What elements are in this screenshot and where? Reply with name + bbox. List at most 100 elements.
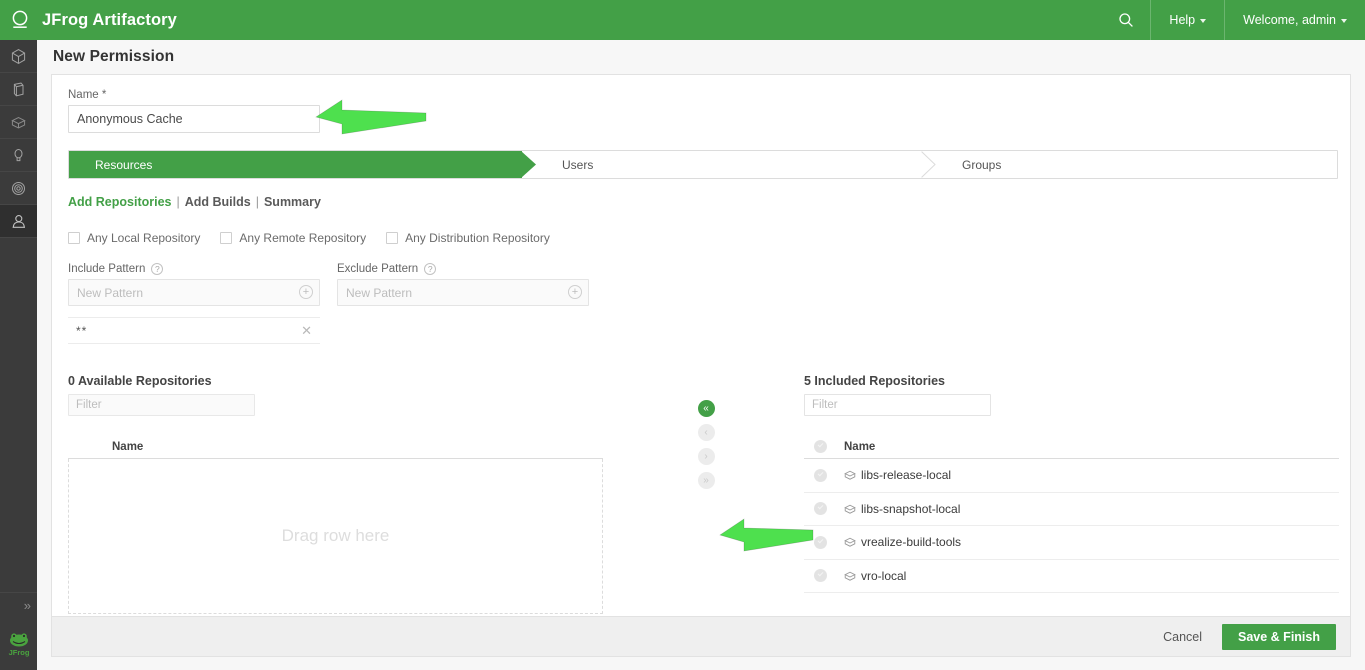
checkbox-label: Any Distribution Repository <box>405 231 550 245</box>
pattern-fields: Include Pattern ? + ** ✕ <box>68 263 1334 344</box>
include-pattern-label: Include Pattern <box>68 263 146 275</box>
repository-name: vro-local <box>861 568 907 583</box>
repository-name: libs-snapshot-local <box>861 501 961 516</box>
sublink-separator: | <box>255 195 259 209</box>
included-repositories-table-header: Name <box>804 435 1339 459</box>
wizard-step-resources[interactable]: Resources <box>69 151 536 178</box>
repository-cube-icon <box>844 536 856 548</box>
row-checkbox[interactable] <box>814 502 827 516</box>
artifactory-app-window: JFrog Artifactory Help Welcome, admin » … <box>0 0 1365 670</box>
search-icon[interactable] <box>1102 0 1150 40</box>
row-checkbox[interactable] <box>814 569 827 583</box>
table-row[interactable]: vrealize-build-tools <box>804 526 1339 560</box>
chip-label: ** <box>76 323 88 338</box>
wizard-steps: Resources Users Groups <box>68 150 1338 179</box>
include-pattern-chip: ** ✕ <box>68 317 320 344</box>
exclude-pattern-group: Exclude Pattern ? + <box>337 263 589 344</box>
sidebar-item-packages[interactable] <box>0 73 37 106</box>
checkbox-any-remote-repository[interactable]: Any Remote Repository <box>220 231 366 245</box>
sidebar-item-builds[interactable] <box>0 106 37 139</box>
page-container: New Permission Name * Resources <box>37 40 1365 670</box>
question-mark-icon[interactable]: ? <box>151 263 164 275</box>
user-menu-label: Welcome, admin <box>1243 13 1336 27</box>
row-checkbox[interactable] <box>814 468 827 482</box>
column-header-name: Name <box>844 440 876 453</box>
checkbox-any-local-repository[interactable]: Any Local Repository <box>68 231 200 245</box>
table-row[interactable]: libs-snapshot-local <box>804 493 1339 526</box>
checkbox-label: Any Local Repository <box>87 231 201 245</box>
sidebar-item-admin[interactable] <box>0 205 37 238</box>
name-field-label: Name * <box>68 89 107 101</box>
top-navigation-bar: JFrog Artifactory Help Welcome, admin <box>0 0 1365 40</box>
help-menu-label: Help <box>1169 13 1196 27</box>
svg-text:JFrog: JFrog <box>8 648 29 657</box>
top-bar-right-group: Help Welcome, admin <box>1102 0 1365 40</box>
table-row[interactable]: vro-local <box>804 560 1339 593</box>
row-checkbox[interactable] <box>814 535 827 549</box>
chevron-down-icon <box>1341 19 1347 23</box>
included-repositories-filter-input[interactable] <box>804 394 991 416</box>
artifacts-cube-icon <box>10 48 27 65</box>
name-input[interactable] <box>68 105 320 133</box>
wizard-step-label: Users <box>562 157 594 172</box>
repository-cube-icon <box>844 570 856 582</box>
include-pattern-input[interactable] <box>68 279 320 306</box>
admin-user-icon <box>10 213 27 230</box>
column-header-name: Name <box>112 440 144 453</box>
repository-scope-checkboxes: Any Local Repository Any Remote Reposito… <box>68 231 1334 245</box>
jfrog-circle-logo-icon[interactable] <box>0 0 40 40</box>
wizard-step-label: Groups <box>962 157 1002 172</box>
move-left-button[interactable]: ‹ <box>697 424 715 441</box>
sublink-separator: | <box>176 195 180 209</box>
package-icon <box>10 81 27 98</box>
repository-transfer-area: 0 Available Repositories Name Drag row h… <box>68 374 1339 614</box>
question-mark-icon[interactable]: ? <box>424 263 437 275</box>
dropzone-empty-text: Drag row here <box>281 526 390 545</box>
builds-box-icon <box>10 114 27 131</box>
exclude-pattern-input-wrap: + <box>337 279 589 306</box>
user-menu[interactable]: Welcome, admin <box>1224 0 1365 40</box>
plus-circle-icon[interactable]: + <box>568 285 582 299</box>
checkbox-any-distribution-repository[interactable]: Any Distribution Repository <box>386 231 550 245</box>
include-pattern-input-wrap: + <box>68 279 320 306</box>
sublink-add-builds[interactable]: Add Builds <box>185 195 251 209</box>
brand-title: JFrog Artifactory <box>42 10 177 29</box>
included-repositories-title: 5 Included Repositories <box>804 374 946 388</box>
repository-cube-icon <box>844 503 856 515</box>
plus-circle-icon[interactable]: + <box>299 285 313 299</box>
chevron-down-icon <box>1200 19 1207 23</box>
move-all-right-button[interactable]: » <box>697 472 715 489</box>
available-repositories-title: 0 Available Repositories <box>68 374 212 388</box>
select-all-checkbox[interactable] <box>814 440 827 453</box>
cancel-button[interactable]: Cancel <box>1143 630 1222 644</box>
left-navigation-rail: » JFrog <box>0 40 37 670</box>
sidebar-item-xray[interactable] <box>0 172 37 205</box>
wizard-step-label: Resources <box>95 157 153 172</box>
include-pattern-label-row: Include Pattern ? <box>68 263 320 275</box>
available-repositories-filter-input[interactable] <box>68 394 255 416</box>
sidebar-item-artifacts[interactable] <box>0 40 37 73</box>
available-repositories-table-header: Name <box>68 435 603 459</box>
available-repositories-pane: 0 Available Repositories Name Drag row h… <box>68 374 603 614</box>
wizard-step-groups[interactable]: Groups <box>922 151 1337 178</box>
table-row[interactable]: libs-release-local <box>804 459 1339 493</box>
exclude-pattern-input[interactable] <box>337 279 589 306</box>
rail-expand-toggle[interactable]: » <box>0 592 37 618</box>
move-right-button[interactable]: › <box>697 448 715 465</box>
page-title: New Permission <box>53 48 175 65</box>
card-body: Name * Resources Users <box>52 75 1350 616</box>
save-and-finish-button[interactable]: Save & Finish <box>1222 623 1336 650</box>
checkbox-box-icon <box>220 232 233 244</box>
available-repositories-dropzone[interactable]: Drag row here <box>68 459 603 614</box>
sublink-summary[interactable]: Summary <box>264 195 321 209</box>
transfer-button-group: « ‹ › » <box>696 400 716 496</box>
card-footer: Cancel Save & Finish <box>52 616 1350 656</box>
checkbox-box-icon <box>68 232 80 244</box>
help-menu[interactable]: Help <box>1150 0 1224 40</box>
wizard-step-users[interactable]: Users <box>522 151 936 178</box>
sublink-add-repositories[interactable]: Add Repositories <box>68 195 172 209</box>
move-all-left-button[interactable]: « <box>697 400 715 417</box>
sidebar-item-search[interactable] <box>0 139 37 172</box>
close-x-icon[interactable]: ✕ <box>301 324 312 337</box>
jfrog-frog-logo-icon: JFrog <box>0 622 37 664</box>
